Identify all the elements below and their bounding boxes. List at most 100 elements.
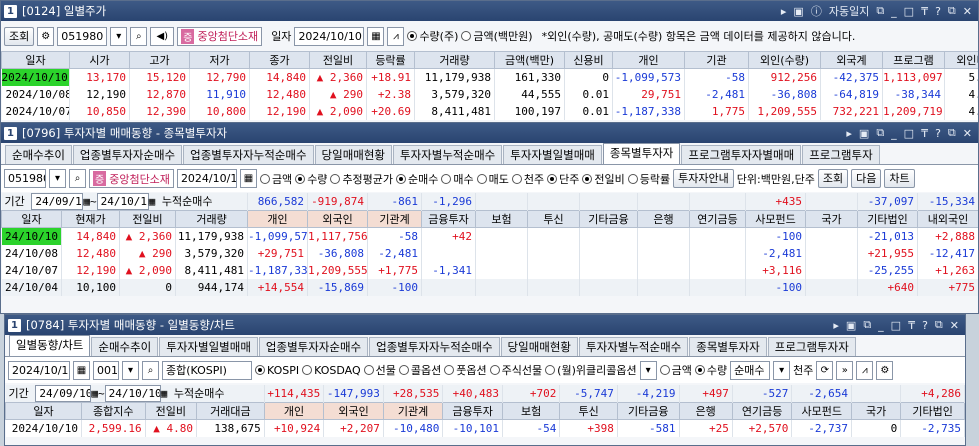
period-to[interactable]: 24/10/1 xyxy=(96,193,149,210)
table-row[interactable]: 24/10/04 10,100 0 944,174 +14,554 -15,869 -100… xyxy=(1,278,978,296)
col-header[interactable]: 외인비 xyxy=(944,51,978,69)
change-rate-radio[interactable]: 등락률 xyxy=(627,171,670,187)
search-icon[interactable]: ⌕ xyxy=(69,169,86,188)
link-icon[interactable]: ⧉ xyxy=(863,318,871,332)
thousand-radio[interactable]: 천주 xyxy=(511,171,544,187)
col-header[interactable]: 기타법인 xyxy=(857,210,919,228)
gear-icon[interactable]: ⚙ xyxy=(37,26,55,46)
investor-guide-button[interactable]: 투자자안내 xyxy=(673,169,734,188)
period-to[interactable]: 24/10/10 xyxy=(104,385,161,402)
restore-icon[interactable]: ⧉ xyxy=(935,318,943,332)
tab-investor-daily[interactable]: 투자자별일별매매 xyxy=(159,337,258,356)
col-header[interactable]: 전일비 xyxy=(144,402,197,420)
pin-icon[interactable]: ₸ xyxy=(908,319,915,332)
memo-icon[interactable]: ▣ xyxy=(793,5,803,18)
stock-code-input[interactable]: 051980 xyxy=(4,169,46,188)
tab-program-investor[interactable]: 프로그램투자자 xyxy=(767,337,856,356)
col-header[interactable]: 거래대금 xyxy=(195,402,265,420)
dropdown-icon[interactable]: ▾ xyxy=(773,360,791,380)
col-header[interactable]: 프로그램 xyxy=(882,51,945,69)
col-header[interactable]: 투신 xyxy=(559,402,618,420)
arrow-right-icon[interactable]: ▸ xyxy=(833,319,839,332)
date-input[interactable]: 2024/10/10 xyxy=(294,26,365,46)
col-header[interactable]: 전일비 xyxy=(309,51,367,69)
restore-icon[interactable]: ⧉ xyxy=(948,126,956,140)
col-header[interactable]: 금액(백만) xyxy=(494,51,565,69)
col-header[interactable]: 저가 xyxy=(189,51,250,69)
tab-investor-cum[interactable]: 투자자별누적순매수 xyxy=(393,145,503,164)
col-header[interactable]: 거래량 xyxy=(174,210,249,228)
col-header[interactable]: 외인(수량) xyxy=(748,51,821,69)
arrow-right-icon[interactable]: ▸ xyxy=(846,127,852,140)
tab-net-buy-trend[interactable]: 순매수추이 xyxy=(91,337,159,356)
help-icon[interactable]: ? xyxy=(935,127,941,140)
tab-daily-trading[interactable]: 당일매매현황 xyxy=(314,145,393,164)
search-icon[interactable]: ⌕ xyxy=(142,360,159,380)
auto-diary-link[interactable]: 자동일지 xyxy=(829,3,869,19)
quantity-radio[interactable]: 수량 xyxy=(295,171,327,187)
query-button[interactable]: 조회 xyxy=(4,26,35,46)
tab-program-investor[interactable]: 프로그램투자자별매매 xyxy=(681,145,802,164)
col-header[interactable]: 외국인 xyxy=(307,210,369,228)
col-header[interactable]: 일자 xyxy=(5,402,82,420)
stock-code-input[interactable]: 051980 xyxy=(57,26,108,46)
table-row[interactable]: 2024/10/07 10,850 12,390 10,800 12,190 ▲ 2,09… xyxy=(1,102,978,120)
tab-stock-investor[interactable]: 종목별투자자 xyxy=(602,143,681,164)
maximize-icon[interactable]: □ xyxy=(904,5,914,18)
col-header[interactable]: 은행 xyxy=(678,402,733,420)
calendar-icon[interactable]: ▦ xyxy=(83,195,90,208)
chart-icon[interactable]: ⩘ xyxy=(387,26,405,46)
col-header[interactable]: 보험 xyxy=(475,210,529,228)
col-header[interactable]: 기타법인 xyxy=(900,402,965,420)
dropdown-icon[interactable]: ▾ xyxy=(639,360,657,380)
tab-sector-cum-net-buy[interactable]: 업종별투자자누적순매수 xyxy=(369,337,500,356)
table-row[interactable]: 2024/10/10 13,170 15,120 12,790 14,840 ▲ 2,36… xyxy=(1,68,978,86)
col-header[interactable]: 투신 xyxy=(527,210,581,228)
weekly-call-radio[interactable]: (월)위클리콜옵션 xyxy=(545,362,637,378)
sell-radio[interactable]: 매도 xyxy=(476,171,509,187)
buy-radio[interactable]: 매수 xyxy=(441,171,474,187)
period-from[interactable]: 24/09/10 xyxy=(35,385,92,402)
col-header[interactable]: 고가 xyxy=(129,51,190,69)
col-header[interactable]: 기타금융 xyxy=(579,210,639,228)
gear-icon[interactable]: ⚙ xyxy=(876,360,894,380)
kospi-radio[interactable]: KOSPI xyxy=(255,364,299,377)
table-row[interactable]: 2024/10/08 12,190 12,870 11,910 12,480 ▲ 290 +… xyxy=(1,85,978,103)
close-icon[interactable]: ✕ xyxy=(963,5,972,18)
search-icon[interactable]: ⌕ xyxy=(130,26,148,46)
info-icon[interactable]: ⓘ xyxy=(811,3,822,19)
col-header[interactable]: 일자 xyxy=(1,51,70,69)
table-row[interactable]: 24/10/10 14,840 ▲ 2,360 11,179,938 -1,099,57… xyxy=(1,227,978,245)
col-header[interactable]: 은행 xyxy=(637,210,691,228)
kosdaq-radio[interactable]: KOSDAQ xyxy=(302,364,361,377)
col-header[interactable]: 거래량 xyxy=(414,51,495,69)
arrow-right-icon[interactable]: ▸ xyxy=(781,5,787,18)
date-input[interactable]: 2024/10/1 xyxy=(176,169,237,188)
table-row[interactable]: 24/10/0712,190▲ 2,0908,411,481-1,187,338… xyxy=(1,261,978,279)
col-header[interactable]: 현재가 xyxy=(61,210,120,228)
col-header[interactable]: 일자 xyxy=(1,210,62,228)
calendar-icon[interactable]: ▦ xyxy=(367,26,385,46)
maximize-icon[interactable]: □ xyxy=(904,127,914,140)
col-header[interactable]: 기관계 xyxy=(382,402,444,420)
put-option-radio[interactable]: 풋옵션 xyxy=(444,362,487,378)
next-button[interactable]: 다음 xyxy=(851,169,882,188)
refresh-icon[interactable]: ⟳ xyxy=(816,360,834,380)
tab-daily-chart[interactable]: 일별동향/차트 xyxy=(9,335,91,356)
tab-sector-net-buy[interactable]: 업종별투자자순매수 xyxy=(72,145,183,164)
calendar-icon[interactable]: ▦ xyxy=(149,195,156,208)
calendar-icon[interactable]: ▦ xyxy=(91,387,98,400)
quantity-radio[interactable]: 수량(주) xyxy=(407,28,458,44)
date-input[interactable]: 2024/10/10 xyxy=(8,360,70,380)
col-header[interactable]: 개인 xyxy=(247,210,309,228)
market-code-input[interactable]: 001 xyxy=(93,360,119,380)
col-header[interactable]: 사모펀드 xyxy=(791,402,852,420)
table-row[interactable]: 2024/10/10 2,599.16 ▲ 4.80 138,675 +10,924 +2… xyxy=(5,419,965,437)
amount-radio[interactable]: 금액 xyxy=(259,171,292,187)
tab-daily-trading[interactable]: 당일매매현황 xyxy=(500,337,579,356)
tab-stock-investor[interactable]: 종목별투자자 xyxy=(689,337,767,356)
close-icon[interactable]: ✕ xyxy=(963,127,972,140)
col-header[interactable]: 내외국인 xyxy=(917,210,978,228)
tab-program[interactable]: 프로그램투자 xyxy=(802,145,880,164)
dropdown-icon[interactable]: ▾ xyxy=(110,26,128,46)
